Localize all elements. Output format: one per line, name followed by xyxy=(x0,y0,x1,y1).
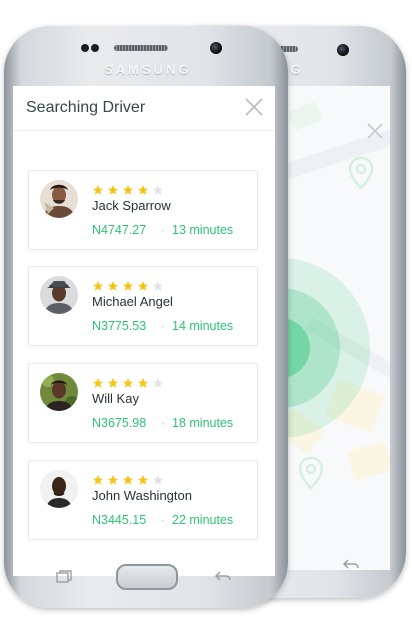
close-icon[interactable] xyxy=(366,122,384,140)
driver-avatar xyxy=(40,276,78,314)
front-phone-speaker xyxy=(114,45,168,51)
eta-text: 18 minutes xyxy=(172,416,234,430)
star-icon xyxy=(108,378,118,388)
map-block xyxy=(346,441,390,481)
star-icon xyxy=(93,185,103,195)
star-icon xyxy=(123,281,133,291)
front-phone-brand: SAMSUNG xyxy=(104,62,192,77)
rating-stars xyxy=(92,473,167,485)
driver-name: Will Kay xyxy=(92,391,139,406)
fare-amount: N3775.53 xyxy=(92,319,147,333)
separator-dot: · xyxy=(161,416,165,430)
eta-text: 13 minutes xyxy=(172,223,234,237)
close-icon[interactable] xyxy=(243,96,265,118)
rating-stars xyxy=(92,183,167,195)
star-icon xyxy=(108,475,118,485)
star-icon xyxy=(153,475,163,485)
front-phone-screen: Searching Driver Jack Sparrow N4747.27 ·… xyxy=(13,86,275,576)
driver-card[interactable]: Jack Sparrow N4747.27 · 13 minutes xyxy=(28,170,258,250)
star-icon xyxy=(93,378,103,388)
fare-amount: N3445.15 xyxy=(92,513,147,527)
star-icon xyxy=(123,185,133,195)
front-phone-sensor xyxy=(91,44,99,52)
star-icon xyxy=(93,475,103,485)
eta-text: 14 minutes xyxy=(172,319,234,333)
avatar-image xyxy=(40,180,78,218)
star-icon xyxy=(123,475,133,485)
driver-card[interactable]: Michael Angel N3775.53 · 14 minutes xyxy=(28,266,258,346)
rating-stars xyxy=(92,279,167,291)
star-icon xyxy=(138,475,148,485)
star-icon xyxy=(93,281,103,291)
eta-text: 22 minutes xyxy=(172,513,234,527)
map-pin-icon xyxy=(348,156,374,190)
fare-amount: N3675.98 xyxy=(92,416,147,430)
star-icon xyxy=(138,281,148,291)
driver-name: John Washington xyxy=(92,488,192,503)
star-icon xyxy=(153,281,163,291)
map-pin-icon xyxy=(298,456,324,490)
driver-avatar xyxy=(40,180,78,218)
avatar-image xyxy=(40,470,78,508)
home-button[interactable] xyxy=(116,564,178,590)
front-phone-camera xyxy=(210,42,222,54)
front-phone: SAMSUNG Searching Driver Jack Sparrow N4… xyxy=(4,26,288,608)
rating-stars xyxy=(92,376,167,388)
separator-dot: · xyxy=(161,223,165,237)
app-header: Searching Driver xyxy=(13,86,275,131)
fare-amount: N4747.27 xyxy=(92,223,147,237)
back-icon[interactable] xyxy=(214,570,232,584)
driver-card[interactable]: Will Kay N3675.98 · 18 minutes xyxy=(28,363,258,443)
recent-apps-icon[interactable] xyxy=(56,570,72,584)
separator-dot: · xyxy=(161,513,165,527)
driver-name: Jack Sparrow xyxy=(92,198,171,213)
front-phone-sensor xyxy=(81,44,89,52)
map-block xyxy=(287,101,323,131)
page-title: Searching Driver xyxy=(26,99,146,116)
star-icon xyxy=(138,185,148,195)
star-icon xyxy=(108,185,118,195)
star-icon xyxy=(123,378,133,388)
separator-dot: · xyxy=(161,319,165,333)
back-icon[interactable] xyxy=(342,558,360,572)
driver-card[interactable]: John Washington N3445.15 · 22 minutes xyxy=(28,460,258,540)
avatar-image xyxy=(40,276,78,314)
driver-name: Michael Angel xyxy=(92,294,173,309)
back-phone-camera xyxy=(337,44,349,56)
star-icon xyxy=(108,281,118,291)
avatar-image xyxy=(40,373,78,411)
star-icon xyxy=(153,185,163,195)
star-icon xyxy=(138,378,148,388)
driver-avatar xyxy=(40,470,78,508)
driver-avatar xyxy=(40,373,78,411)
star-icon xyxy=(153,378,163,388)
back-phone-map-screen xyxy=(280,86,390,570)
